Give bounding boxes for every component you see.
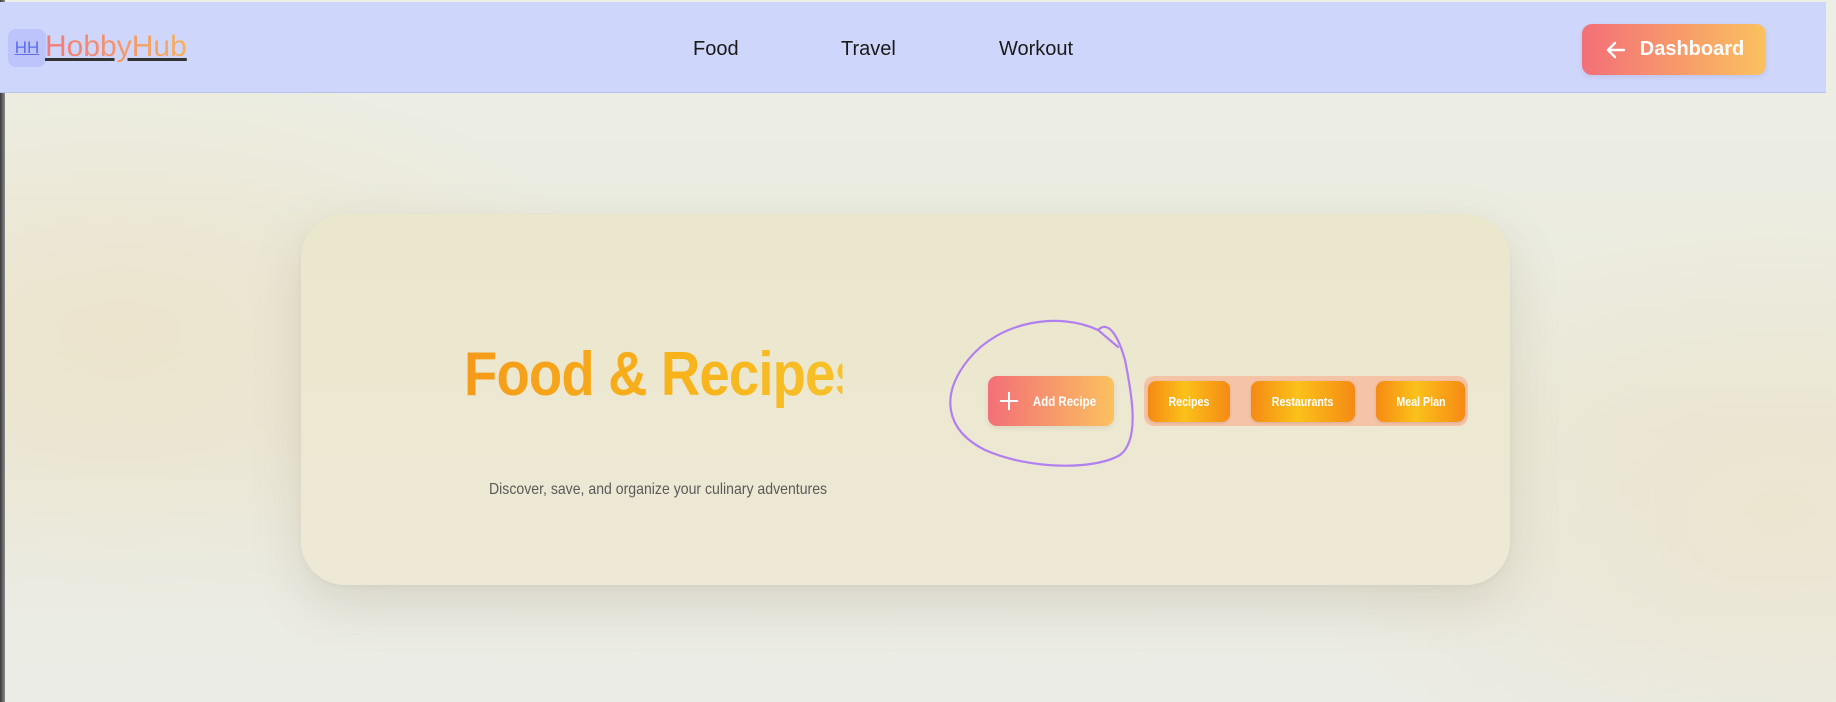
dashboard-button-label: Dashboard [1639,38,1745,60]
tab-recipes[interactable]: Recipes [1148,381,1230,422]
tab-meal-plan-label: Meal Plan [1395,394,1446,409]
nav-link-workout[interactable]: Workout [999,38,1073,61]
add-recipe-label: Add Recipe [1033,393,1097,409]
plus-icon [1000,391,1019,411]
page-subtitle: Discover, save, and organize your culina… [489,481,828,498]
section-tab-group: Recipes Restaurants Meal Plan [1144,376,1468,426]
add-recipe-button[interactable]: Add Recipe [988,376,1114,426]
tab-meal-plan[interactable]: Meal Plan [1376,381,1465,422]
dashboard-button[interactable]: Dashboard [1582,24,1766,75]
nav-link-food[interactable]: Food [693,38,739,61]
tab-restaurants-label: Restaurants [1272,394,1334,409]
page-title: Food & Recipes [464,340,865,409]
window-edge [0,0,5,702]
arrow-left-icon [1606,41,1625,58]
nav-link-travel[interactable]: Travel [841,38,896,61]
hero-card: Food & Recipes Discover, save, and organ… [301,214,1510,585]
top-navbar: HH HobbyHub Food Travel Workout Dashboar… [0,2,1826,93]
tab-restaurants[interactable]: Restaurants [1251,381,1355,422]
main-nav: Food Travel Workout [0,38,1826,68]
tab-recipes-label: Recipes [1168,394,1210,409]
